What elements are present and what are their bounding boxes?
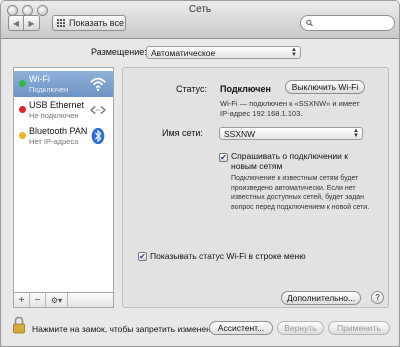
- placement-label: Размещение:: [91, 47, 147, 57]
- status-dot-red: [19, 106, 26, 113]
- advanced-label: Дополнительно...: [286, 293, 356, 303]
- service-item-wifi[interactable]: Wi-Fi Подключен: [14, 71, 113, 97]
- forward-arrow-icon: ▶: [28, 18, 35, 28]
- turn-off-wifi-label: Выключить Wi-Fi: [291, 82, 359, 92]
- search-field[interactable]: [300, 15, 395, 31]
- placement-select[interactable]: Автоматическое ▲ ▼: [146, 46, 301, 59]
- status-value: Подключен: [220, 84, 271, 94]
- back-button[interactable]: ◀: [8, 15, 24, 31]
- apply-label: Применить: [337, 323, 381, 333]
- assistant-button[interactable]: Ассистент...: [209, 321, 273, 335]
- show-wifi-status-label: Показывать статус Wi-Fi в строке меню: [150, 251, 306, 261]
- updown-arrows-icon: ▲ ▼: [353, 128, 359, 139]
- lock-hint-text: Нажмите на замок, чтобы запретить измене…: [32, 324, 223, 334]
- assistant-label: Ассистент...: [217, 323, 265, 333]
- service-list-toolbar: + − ⚙▾: [13, 293, 114, 308]
- network-name-label: Имя сети:: [162, 128, 203, 138]
- status-dot-yellow: [19, 132, 26, 139]
- service-status: Не подключен: [29, 111, 79, 120]
- apply-button[interactable]: Применить: [328, 321, 390, 335]
- show-all-button[interactable]: Показать все: [52, 15, 126, 31]
- search-input[interactable]: [316, 17, 394, 29]
- checkmark-icon: ✔: [139, 252, 146, 261]
- lock-icon[interactable]: [12, 316, 26, 334]
- wifi-detail-pane: Статус: Подключен Выключить Wi-Fi Wi-Fi …: [122, 67, 389, 308]
- window-title: Сеть: [188, 4, 212, 15]
- search-icon: [306, 19, 313, 27]
- bluetooth-icon: [91, 127, 105, 145]
- gear-icon: ⚙▾: [50, 295, 63, 305]
- placement-value: Автоматическое: [151, 47, 216, 58]
- ask-to-join-checkbox[interactable]: ✔: [219, 153, 228, 162]
- show-all-label: Показать все: [69, 18, 124, 28]
- add-service-button[interactable]: +: [14, 293, 30, 307]
- service-name: Wi-Fi: [29, 74, 50, 84]
- status-label: Статус:: [176, 84, 207, 94]
- service-status: Подключен: [29, 85, 69, 94]
- show-wifi-status-checkbox[interactable]: ✔: [138, 252, 147, 261]
- ask-to-join-label: Спрашивать о подключении к новым сетям: [231, 151, 348, 171]
- title-bar: Сеть ◀ ▶ Показать все: [1, 1, 399, 39]
- network-name-select[interactable]: SSXNW ▲ ▼: [219, 127, 363, 140]
- remove-service-button[interactable]: −: [30, 293, 46, 307]
- help-icon: ?: [375, 293, 380, 302]
- checkmark-icon: ✔: [220, 153, 227, 162]
- service-item-bluetooth-pan[interactable]: Bluetooth PAN Нет IP-адреса: [14, 123, 113, 149]
- service-list: Wi-Fi Подключен USB Ethernet Не подключе…: [13, 67, 114, 293]
- network-preferences-window: Сеть ◀ ▶ Показать все Размещение: Автома…: [0, 0, 400, 347]
- turn-off-wifi-button[interactable]: Выключить Wi-Fi: [285, 80, 365, 94]
- ask-to-join-description: Подключение к известным сетям будет прои…: [231, 175, 370, 211]
- forward-button[interactable]: ▶: [24, 15, 40, 31]
- service-name: USB Ethernet: [29, 100, 85, 110]
- wifi-icon: [90, 77, 106, 92]
- advanced-button[interactable]: Дополнительно...: [281, 291, 361, 305]
- network-name-value: SSXNW: [224, 128, 256, 139]
- plus-icon: +: [18, 294, 25, 306]
- updown-arrows-icon: ▲ ▼: [291, 47, 297, 58]
- back-arrow-icon: ◀: [12, 18, 20, 28]
- grid-icon: [57, 19, 65, 27]
- status-description: Wi-Fi — подключен к «SSXNW» и имеет IP-а…: [220, 99, 360, 118]
- help-button[interactable]: ?: [371, 291, 384, 304]
- status-dot-green: [19, 80, 26, 87]
- revert-label: Вернуть: [284, 323, 317, 333]
- service-status: Нет IP-адреса: [29, 137, 79, 146]
- revert-button[interactable]: Вернуть: [277, 321, 324, 335]
- service-item-usb-ethernet[interactable]: USB Ethernet Не подключен: [14, 97, 113, 123]
- service-name: Bluetooth PAN: [29, 126, 88, 136]
- service-actions-menu-button[interactable]: ⚙▾: [46, 293, 68, 307]
- ethernet-arrows-icon: [90, 105, 106, 115]
- minus-icon: −: [34, 294, 41, 306]
